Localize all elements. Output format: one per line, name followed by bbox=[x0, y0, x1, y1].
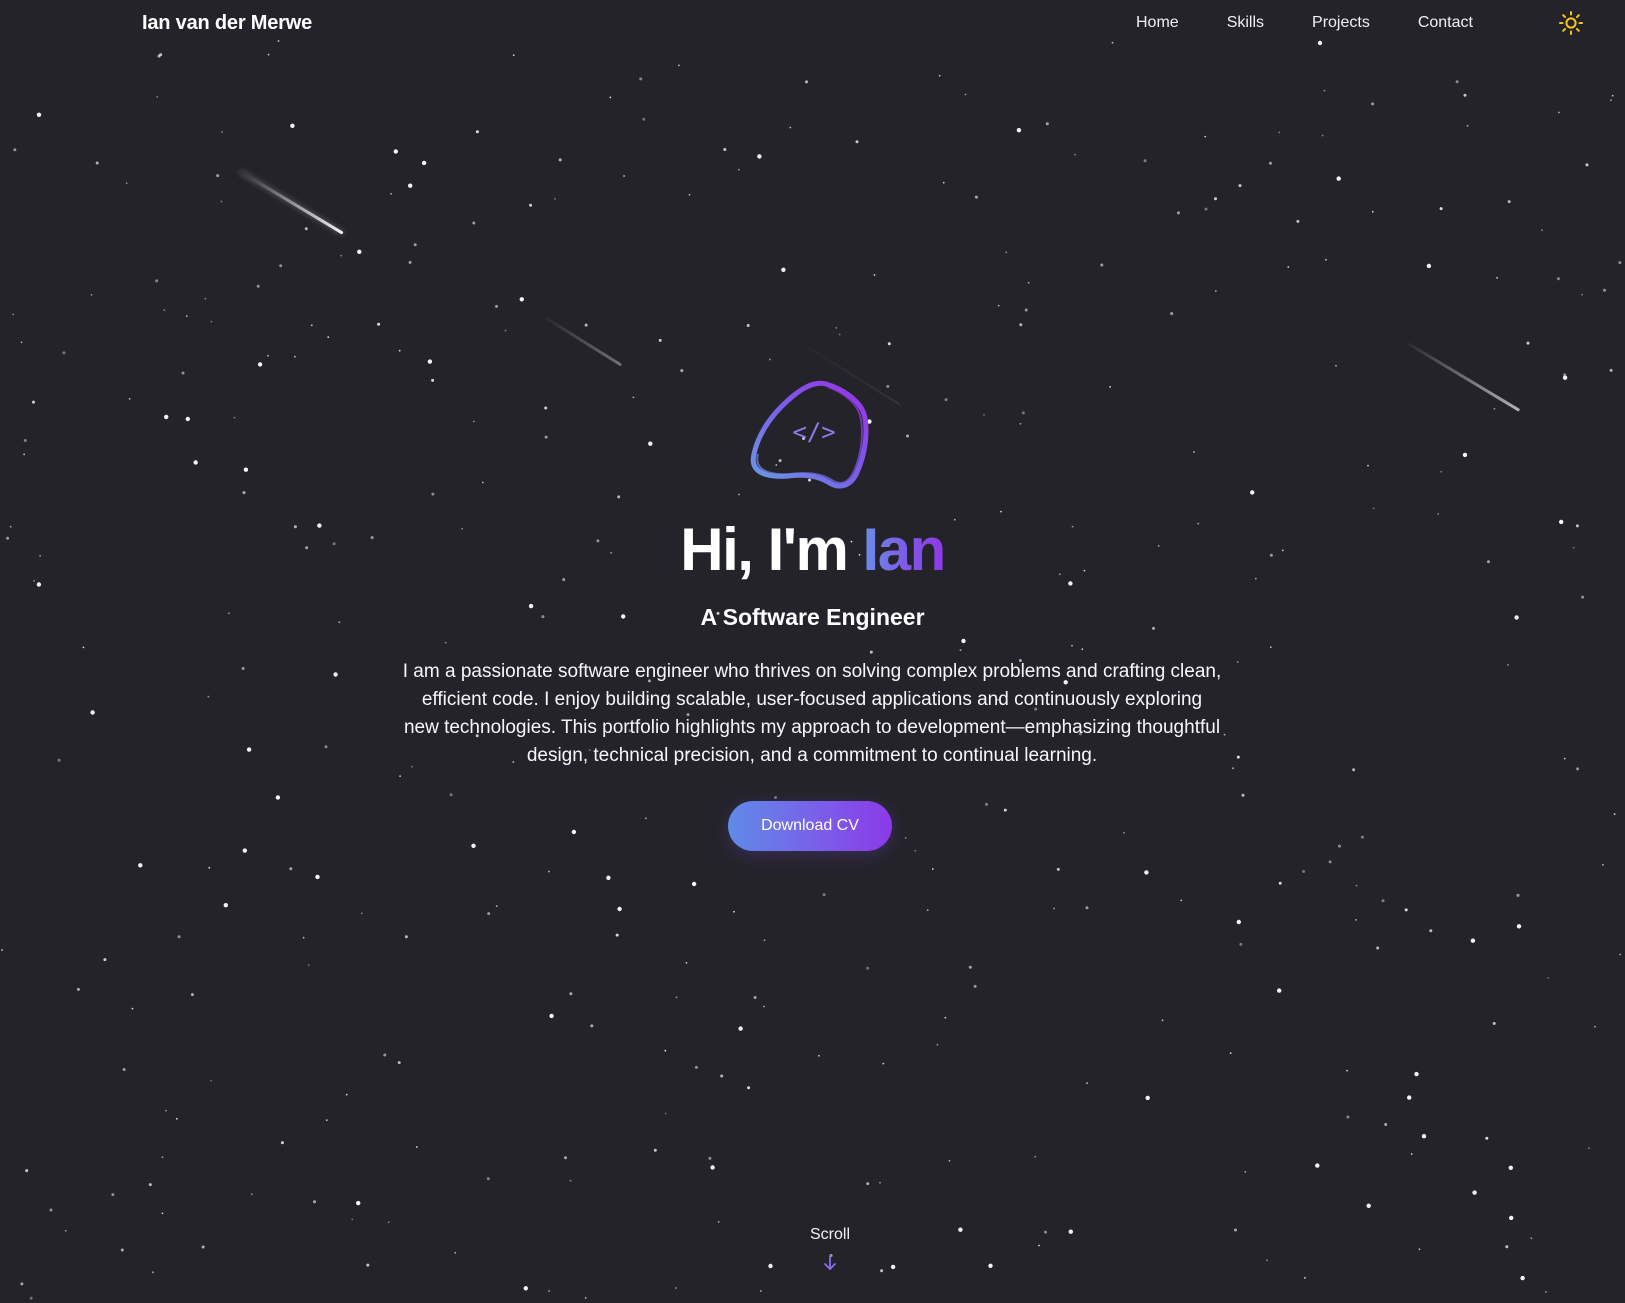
download-cv-button[interactable]: Download CV bbox=[728, 801, 892, 851]
highlighted-name: Ian bbox=[862, 516, 947, 583]
nav-link-contact[interactable]: Contact bbox=[1418, 14, 1473, 32]
hero-heading: Hi, I'm Ian bbox=[0, 512, 1625, 588]
nav-link-home[interactable]: Home bbox=[1136, 14, 1179, 32]
sun-icon bbox=[1559, 11, 1583, 35]
brand-name[interactable]: Ian van der Merwe bbox=[142, 12, 312, 35]
hero-subtitle: A Software Engineer bbox=[700, 604, 925, 630]
scroll-indicator[interactable]: Scroll bbox=[780, 1224, 880, 1272]
code-blob-icon: </> bbox=[748, 378, 873, 498]
logo-text: </> bbox=[792, 418, 835, 446]
nav-link-projects[interactable]: Projects bbox=[1312, 14, 1370, 32]
scroll-label: Scroll bbox=[809, 1226, 850, 1243]
hero-bio: I am a passionate software engineer who … bbox=[402, 661, 1222, 766]
page: Ian van der Merwe Home Skills Projects C… bbox=[0, 0, 1625, 1303]
theme-toggle-button[interactable] bbox=[1558, 10, 1584, 36]
greeting-text: Hi, I'm bbox=[680, 516, 863, 583]
nav-links: Home Skills Projects Contact bbox=[1136, 14, 1473, 32]
nav-link-skills[interactable]: Skills bbox=[1227, 14, 1264, 32]
top-navbar: Ian van der Merwe Home Skills Projects C… bbox=[0, 0, 1625, 48]
hero-section: </> Hi, I'm Ian A Software Engineer I am… bbox=[0, 0, 1625, 1303]
arrow-down-icon bbox=[824, 1255, 836, 1270]
